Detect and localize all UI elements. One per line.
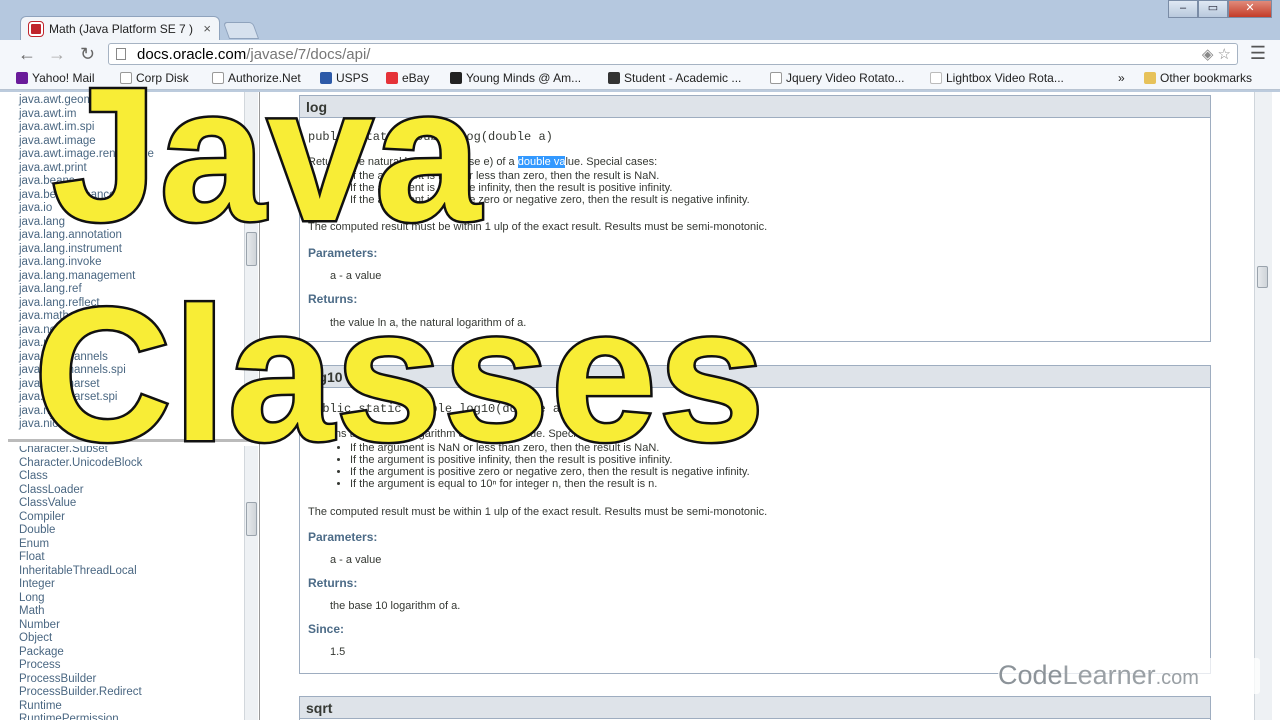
class-link[interactable]: Enum	[19, 538, 142, 552]
returns-value: the base 10 logarithm of a.	[330, 600, 461, 612]
class-link[interactable]: Long	[19, 592, 142, 606]
method-heading: sqrt	[300, 697, 1210, 719]
tab-strip: Math (Java Platform SE 7 ) × – ▭ ✕	[0, 0, 1280, 42]
bookmarks-overflow-icon[interactable]: »	[1118, 71, 1125, 85]
class-link[interactable]: ProcessBuilder	[19, 673, 142, 687]
class-list-pane: Character.Subset Character.UnicodeBlock Cl…	[8, 446, 260, 720]
watermark-logo: CodeLearner.com	[998, 660, 1199, 690]
class-link[interactable]: ProcessBuilder.Redirect	[19, 686, 142, 700]
yahoo-icon	[16, 72, 28, 84]
overlay-title-line1: Java	[50, 49, 484, 261]
bookmark-item[interactable]: Student - Academic ...	[608, 71, 741, 85]
class-link[interactable]: ClassLoader	[19, 484, 142, 498]
codelearner-watermark: CodeLearner.com	[998, 658, 1260, 694]
page-icon	[770, 72, 782, 84]
back-arrow-icon[interactable]: ←	[18, 44, 36, 65]
scroll-thumb[interactable]	[246, 502, 257, 536]
parameter-value: a - a value	[330, 554, 382, 566]
class-link[interactable]: InheritableThreadLocal	[19, 565, 142, 579]
tab-close-icon[interactable]: ×	[203, 21, 211, 36]
method-note: The computed result must be within 1 ulp…	[308, 506, 768, 518]
class-link[interactable]: Runtime	[19, 700, 142, 714]
class-link[interactable]: Package	[19, 646, 142, 660]
since-label: Since:	[308, 622, 345, 636]
class-link[interactable]: ClassValue	[19, 497, 142, 511]
since-value: 1.5	[330, 646, 346, 658]
browser-tab[interactable]: Math (Java Platform SE 7 ) ×	[20, 16, 220, 42]
s-icon	[608, 72, 620, 84]
class-link[interactable]: Math	[19, 605, 142, 619]
class-link[interactable]: Process	[19, 659, 142, 673]
new-tab-button[interactable]	[222, 22, 260, 39]
parameters-label: Parameters:	[308, 530, 378, 544]
minimize-button[interactable]: –	[1168, 0, 1198, 18]
page-icon	[930, 72, 942, 84]
selected-text: double va	[517, 156, 566, 168]
oracle-favicon-icon	[28, 21, 44, 37]
class-link[interactable]: Double	[19, 524, 142, 538]
class-link[interactable]: Integer	[19, 578, 142, 592]
maximize-button[interactable]: ▭	[1198, 0, 1228, 18]
tab-title: Math (Java Platform SE 7 )	[49, 22, 194, 36]
overlay-title-line2: Classes	[31, 269, 767, 481]
returns-label: Returns:	[308, 576, 358, 590]
bookmark-item[interactable]: Lightbox Video Rota...	[930, 71, 1064, 85]
class-link[interactable]: Number	[19, 619, 142, 633]
bookmark-star-icon[interactable]: ◈ ☆	[1202, 45, 1231, 63]
other-bookmarks[interactable]: Other bookmarks	[1144, 71, 1252, 85]
class-scrollbar[interactable]	[244, 446, 258, 720]
class-link[interactable]: Float	[19, 551, 142, 565]
class-link[interactable]: Compiler	[19, 511, 142, 525]
class-list: Character.Subset Character.UnicodeBlock Cl…	[19, 446, 142, 720]
close-window-button[interactable]: ✕	[1228, 0, 1272, 18]
page-scrollbar[interactable]	[1254, 92, 1272, 720]
method-detail-sqrt: sqrt	[299, 696, 1211, 720]
bookmark-item[interactable]: Jquery Video Rotato...	[770, 71, 905, 85]
menu-icon[interactable]: ☰	[1250, 43, 1266, 64]
class-link[interactable]: RuntimePermission	[19, 713, 142, 720]
class-link[interactable]: Object	[19, 632, 142, 646]
scroll-thumb[interactable]	[1257, 266, 1268, 288]
folder-icon	[1144, 72, 1156, 84]
